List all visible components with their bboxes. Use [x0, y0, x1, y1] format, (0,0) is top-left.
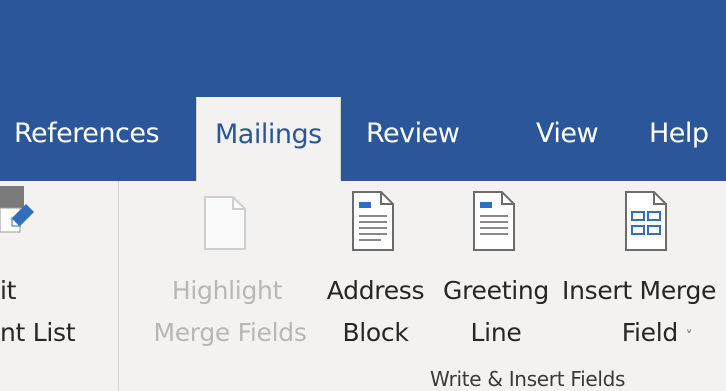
group-divider [118, 181, 119, 391]
tab-review[interactable]: Review [366, 118, 460, 149]
title-bar [0, 0, 726, 181]
insert-merge-label-text: Field [621, 318, 679, 347]
tab-mailings[interactable]: Mailings [196, 97, 341, 187]
tab-view[interactable]: View [536, 118, 599, 149]
insert-merge-field-icon [625, 191, 667, 251]
highlight-label-line1: Highlight [171, 276, 283, 305]
tab-references[interactable]: References [14, 118, 160, 149]
address-block-label-line2: Block [342, 318, 409, 347]
highlight-label-line2: Merge Fields [153, 318, 307, 347]
greeting-line-icon [473, 191, 515, 251]
insert-merge-label-line1: Insert Merge [562, 276, 717, 305]
greeting-line-label-line2: Line [470, 318, 522, 347]
edit-list-label-line1: it [0, 276, 17, 305]
insert-merge-label-line2: Field ˅ [602, 315, 712, 355]
edit-recipient-list-icon [0, 186, 34, 233]
highlight-merge-fields-icon [204, 196, 246, 250]
address-block-icon [352, 191, 394, 251]
group-label-write-insert-fields: Write & Insert Fields [430, 367, 626, 391]
tab-help[interactable]: Help [649, 118, 709, 149]
edit-list-label-line2: nt List [0, 318, 76, 347]
address-block-label-line1: Address [326, 276, 425, 305]
greeting-line-label-line1: Greeting [443, 276, 549, 305]
chevron-down-icon: ˅ [685, 329, 693, 345]
